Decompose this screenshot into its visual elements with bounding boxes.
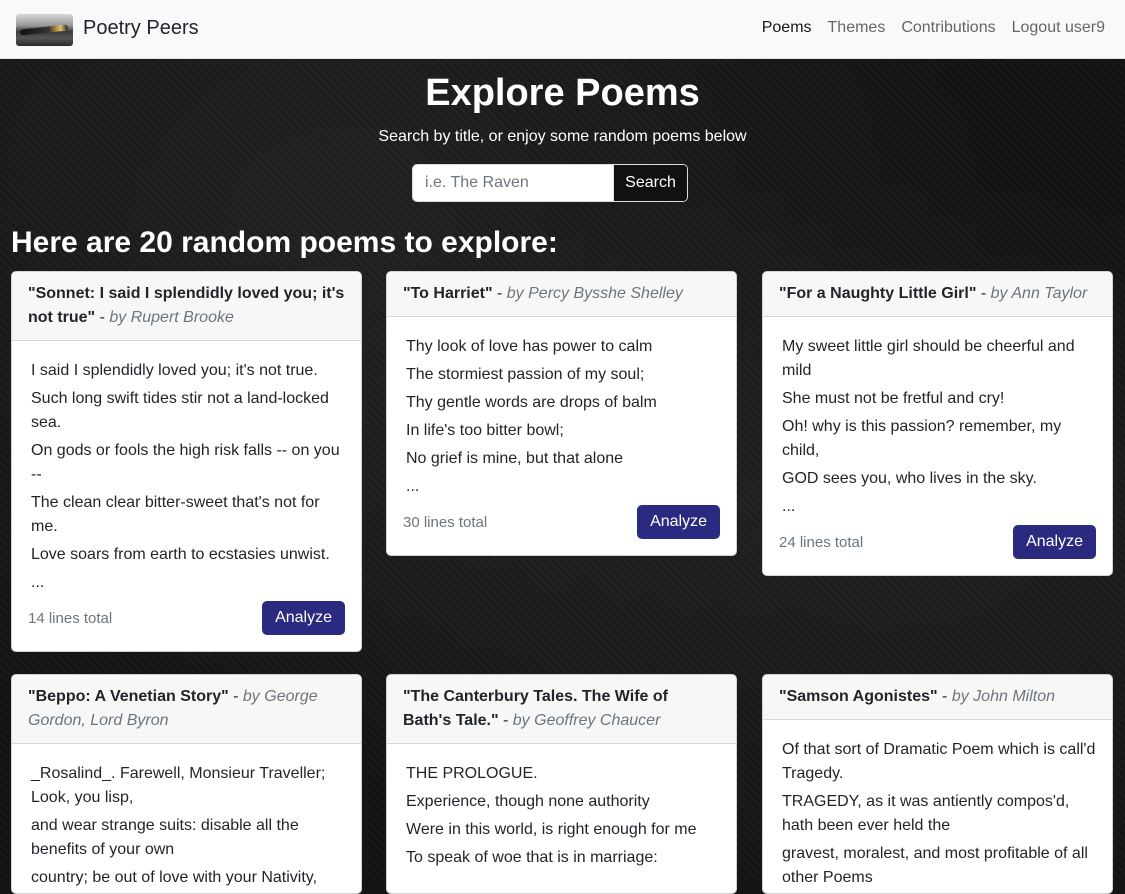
poem-ellipsis: ... xyxy=(406,478,420,495)
page-title: Explore Poems xyxy=(425,72,700,114)
poem-title[interactable]: "Beppo: A Venetian Story" xyxy=(28,688,229,705)
poem-line: To speak of woe that is in marriage: xyxy=(406,849,658,866)
analyze-button[interactable]: Analyze xyxy=(637,505,720,539)
poem-author: by Percy Bysshe Shelley xyxy=(506,285,683,302)
poem-line: Thy gentle words are drops of balm xyxy=(406,394,657,411)
poem-line: TRAGEDY, as it was antiently compos'd, h… xyxy=(782,793,1070,834)
poem-card: "To Harriet" - by Percy Bysshe Shelley T… xyxy=(386,271,737,556)
title-separator: - xyxy=(937,688,952,705)
poem-card-footer: 30 lines total Analyze xyxy=(403,505,720,539)
poem-line: and wear strange suits: disable all the … xyxy=(31,817,299,858)
brand-name[interactable]: Poetry Peers xyxy=(83,17,199,40)
poem-card: "For a Naughty Little Girl" - by Ann Tay… xyxy=(762,271,1113,576)
poem-line: Such long swift tides stir not a land-lo… xyxy=(31,390,329,431)
poem-card-header: "The Canterbury Tales. The Wife of Bath'… xyxy=(387,675,736,744)
poem-card-body: Of that sort of Dramatic Poem which is c… xyxy=(763,720,1112,893)
poem-line: My sweet little girl should be cheerful … xyxy=(782,338,1075,379)
poem-title[interactable]: "Samson Agonistes" xyxy=(779,688,938,705)
poem-card-body: _Rosalind_. Farewell, Monsieur Traveller… xyxy=(12,744,361,893)
title-separator: - xyxy=(228,688,243,705)
poem-line: In life's too bitter bowl; xyxy=(406,422,564,439)
poem-line: Thy look of love has power to calm xyxy=(406,338,653,355)
title-separator: - xyxy=(976,285,991,302)
poem-card-body: I said I splendidly loved you; it's not … xyxy=(12,341,361,651)
analyze-button[interactable]: Analyze xyxy=(1013,525,1096,559)
lines-total: 24 lines total xyxy=(779,533,864,551)
poem-card-header: "For a Naughty Little Girl" - by Ann Tay… xyxy=(763,272,1112,317)
poem-ellipsis: ... xyxy=(782,498,796,515)
poem-line: Of that sort of Dramatic Poem which is c… xyxy=(782,741,1096,782)
poem-card: "Beppo: A Venetian Story" - by George Go… xyxy=(11,674,362,894)
poem-card-header: "To Harriet" - by Percy Bysshe Shelley xyxy=(387,272,736,317)
search-button[interactable]: Search xyxy=(613,165,687,201)
poem-card-footer: 14 lines total Analyze xyxy=(28,601,345,635)
poem-card-header: "Sonnet: I said I splendidly loved you; … xyxy=(12,272,361,341)
poem-line: Oh! why is this passion? remember, my ch… xyxy=(782,418,1062,459)
nav-link-contributions[interactable]: Contributions xyxy=(901,19,995,37)
poem-card-body: My sweet little girl should be cheerful … xyxy=(763,317,1112,575)
poem-line: THE PROLOGUE. xyxy=(406,765,538,782)
poem-card-body: Thy look of love has power to calm The s… xyxy=(387,317,736,555)
poem-title[interactable]: "To Harriet" xyxy=(403,285,493,302)
poem-line: The stormiest passion of my soul; xyxy=(406,366,645,383)
nav-link-poems[interactable]: Poems xyxy=(762,19,812,37)
page-subtitle: Search by title, or enjoy some random po… xyxy=(378,128,747,145)
poem-title[interactable]: "For a Naughty Little Girl" xyxy=(779,285,976,302)
poem-card: "Samson Agonistes" - by John Milton Of t… xyxy=(762,674,1113,894)
nav-link-themes[interactable]: Themes xyxy=(828,19,886,37)
navbar: Poetry Peers Poems Themes Contributions … xyxy=(0,0,1125,59)
poem-author: by Rupert Brooke xyxy=(109,309,234,326)
lines-total: 30 lines total xyxy=(403,513,488,531)
poem-line: I said I splendidly loved you; it's not … xyxy=(31,362,318,379)
poem-author: by Ann Taylor xyxy=(990,285,1088,302)
poem-card-body: THE PROLOGUE. Experience, though none au… xyxy=(387,744,736,890)
nav-link-logout[interactable]: Logout user9 xyxy=(1012,19,1105,37)
poem-line: Love soars from earth to ecstasies unwis… xyxy=(31,546,330,563)
poem-card: "Sonnet: I said I splendidly loved you; … xyxy=(11,271,362,652)
title-separator: - xyxy=(95,309,110,326)
poem-line: Were in this world, is right enough for … xyxy=(406,821,697,838)
poem-line: gravest, moralest, and most profitable o… xyxy=(782,845,1088,886)
poem-line: country; be out of love with your Nativi… xyxy=(31,869,318,886)
poem-author: by John Milton xyxy=(951,688,1055,705)
poem-line: No grief is mine, but that alone xyxy=(406,450,624,467)
poem-card: "The Canterbury Tales. The Wife of Bath'… xyxy=(386,674,737,894)
analyze-button[interactable]: Analyze xyxy=(262,601,345,635)
poem-line: She must not be fretful and cry! xyxy=(782,390,1005,407)
poem-author: by Geoffrey Chaucer xyxy=(512,712,661,729)
poem-line: The clean clear bitter-sweet that's not … xyxy=(31,494,320,535)
poem-line: GOD sees you, who lives in the sky. xyxy=(782,470,1037,487)
title-separator: - xyxy=(498,712,513,729)
title-separator: - xyxy=(492,285,507,302)
poem-card-header: "Samson Agonistes" - by John Milton xyxy=(763,675,1112,720)
lines-total: 14 lines total xyxy=(28,609,113,627)
search-input[interactable] xyxy=(413,165,613,201)
search-form: Search xyxy=(412,164,688,202)
poem-ellipsis: ... xyxy=(31,574,45,591)
poem-card-header: "Beppo: A Venetian Story" - by George Go… xyxy=(12,675,361,744)
poem-line: Experience, though none authority xyxy=(406,793,650,810)
poem-line: _Rosalind_. Farewell, Monsieur Traveller… xyxy=(31,765,326,806)
section-heading: Here are 20 random poems to explore: xyxy=(11,226,558,259)
nav-links: Poems Themes Contributions Logout user9 xyxy=(762,19,1105,37)
poem-line: On gods or fools the high risk falls -- … xyxy=(31,442,340,483)
fountain-pen-logo-icon[interactable] xyxy=(16,14,73,46)
poem-card-footer: 24 lines total Analyze xyxy=(779,525,1096,559)
